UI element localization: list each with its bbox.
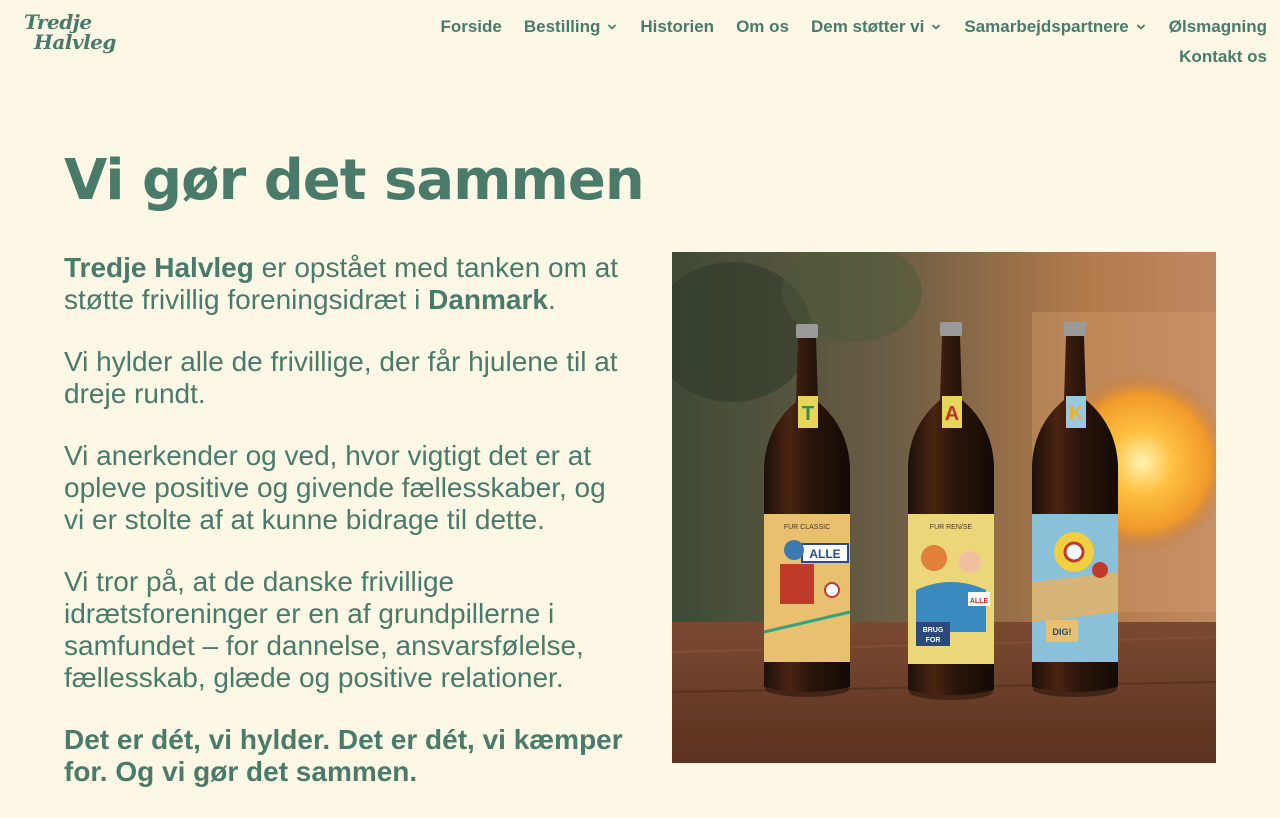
nav-item-kontakt-os[interactable]: Kontakt os <box>1179 46 1267 68</box>
svg-text:FUR CLASSIC: FUR CLASSIC <box>784 524 830 531</box>
svg-text:DIG!: DIG! <box>1053 627 1072 637</box>
site-header: Tredje Halvleg Forside Bestilling Histor… <box>0 0 1280 84</box>
svg-text:FOR: FOR <box>926 637 941 644</box>
chevron-down-icon <box>1135 21 1147 33</box>
brand-name: Tredje Halvleg <box>64 252 254 283</box>
country-name: Danmark <box>428 284 548 315</box>
nav-label: Kontakt os <box>1179 47 1267 66</box>
logo-line-2: Halvleg <box>34 30 116 54</box>
svg-text:FUR REN/SE: FUR REN/SE <box>930 524 973 531</box>
nav-item-samarbejdspartnere[interactable]: Samarbejdspartnere <box>964 16 1146 38</box>
nav-label: Dem støtter vi <box>810 17 925 36</box>
nav-item-historien[interactable]: Historien <box>640 16 714 38</box>
intro-period: . <box>547 284 556 315</box>
nav-label: Om os <box>736 17 789 36</box>
nav-item-dem-stotter-vi[interactable]: Dem støtter vi <box>811 16 942 38</box>
nav-item-om-os[interactable]: Om os <box>736 16 789 38</box>
svg-text:BRUG: BRUG <box>923 627 944 634</box>
intro-text: Tredje Halvleg er opstået med tanken om … <box>64 252 630 818</box>
nav-item-forside[interactable]: Forside <box>440 16 501 38</box>
paragraph-belief: Vi tror på, at de danske frivillige idræ… <box>64 566 584 693</box>
svg-text:ALLE: ALLE <box>970 598 989 605</box>
paragraph-volunteers: Vi hylder alle de frivillige, der får hj… <box>64 346 618 409</box>
nav-label: Historien <box>640 17 715 36</box>
paragraph-closing: Det er dét, vi hylder. Det er dét, vi kæ… <box>64 724 623 787</box>
svg-text:ALLE: ALLE <box>809 547 840 561</box>
nav-label: Ølsmagning <box>1168 17 1267 36</box>
paragraph-intro: Tredje Halvleg er opstået med tanken om … <box>64 252 630 316</box>
nav-label: Samarbejdspartnere <box>964 17 1129 36</box>
main-navigation: Forside Bestilling Historien Om os Dem s… <box>367 16 1267 68</box>
svg-text:T: T <box>802 403 814 425</box>
nav-item-bestilling[interactable]: Bestilling <box>524 16 619 38</box>
chevron-down-icon <box>930 21 942 33</box>
nav-label: Forside <box>440 17 502 36</box>
svg-text:K: K <box>1069 403 1084 425</box>
nav-item-olsmagning[interactable]: Ølsmagning <box>1169 16 1267 38</box>
nav-label: Bestilling <box>523 17 601 36</box>
site-logo[interactable]: Tredje Halvleg <box>24 10 116 58</box>
chevron-down-icon <box>606 21 618 33</box>
page-title: Vi gør det sammen <box>64 148 645 213</box>
logo-line-1: Tredje <box>24 10 92 34</box>
svg-text:A: A <box>945 403 959 425</box>
paragraph-community: Vi anerkender og ved, hvor vigtigt det e… <box>64 440 606 535</box>
beer-bottles-photo: T FUR CLASSIC ALLE A FUR REN/SE ALLE BRU… <box>672 252 1216 763</box>
